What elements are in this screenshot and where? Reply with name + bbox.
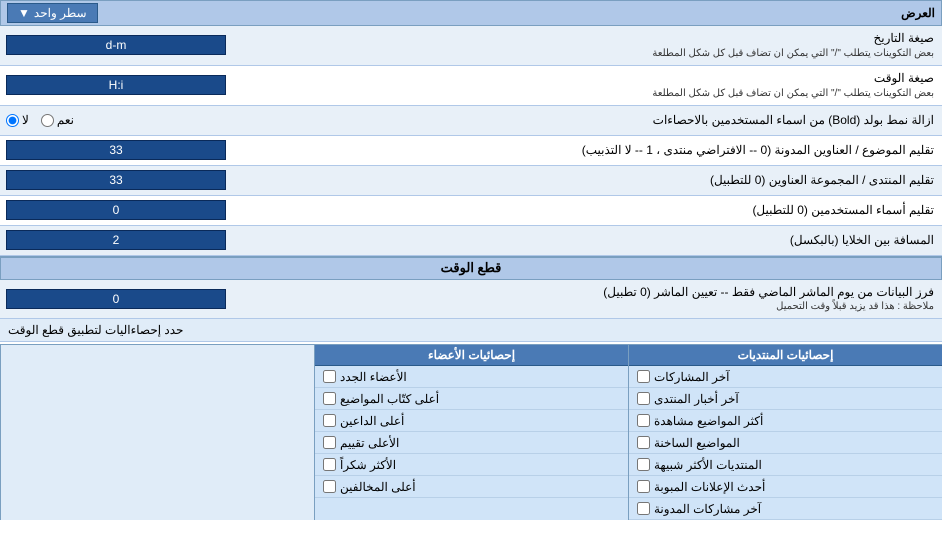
usernames-label: تقليم أسماء المستخدمين (0 للتطبيل) [280,198,942,223]
similar-forums-checkbox[interactable] [637,458,650,471]
usernames-input[interactable] [6,200,226,220]
remove-bold-label: ازالة نمط بولد (Bold) من اسماء المستخدمي… [280,108,942,133]
forum-titles-input-cell [0,167,280,193]
cutoff-section-header: قطع الوقت [0,256,942,280]
date-format-label: صيغة التاريخ بعض التكوينات يتطلب "/" الت… [280,26,942,65]
checkbox-item: آخر أخبار المنتدى [629,388,942,410]
new-members-checkbox[interactable] [323,370,336,383]
time-format-input[interactable] [6,75,226,95]
checkbox-item: أعلى الداعين [315,410,628,432]
date-format-input[interactable] [6,35,226,55]
checkbox-item: الأعلى تقييم [315,432,628,454]
last-posts-checkbox[interactable] [637,370,650,383]
blog-posts-checkbox[interactable] [637,502,650,515]
forum-titles-row: تقليم المنتدى / المجموعة العناوين (0 للت… [0,166,942,196]
filter-input-cell [0,286,280,312]
member-stats-col: إحصائيات الأعضاء الأعضاء الجدد أعلى كتّا… [314,345,628,520]
forum-titles-label: تقليم المنتدى / المجموعة العناوين (0 للت… [280,168,942,193]
checkbox-item: آخر مشاركات المدونة [629,498,942,520]
filter-label: فرز البيانات من يوم الماشر الماضي فقط --… [280,280,942,319]
time-format-input-cell [0,72,280,98]
forum-stats-col: إحصائيات المنتديات آخر المشاركات آخر أخب… [628,345,942,520]
checkbox-item: آخر المشاركات [629,366,942,388]
forum-news-checkbox[interactable] [637,392,650,405]
bold-yes-radio[interactable] [41,114,54,127]
topics-titles-input[interactable] [6,140,226,160]
checkbox-item: أكثر المواضيع مشاهدة [629,410,942,432]
most-viewed-checkbox[interactable] [637,414,650,427]
checkbox-area: إحصائيات المنتديات آخر المشاركات آخر أخب… [0,344,942,520]
top-referrers-checkbox[interactable] [323,414,336,427]
checkbox-item: المواضيع الساخنة [629,432,942,454]
checkbox-item: أحدث الإعلانات المبوبة [629,476,942,498]
date-format-input-cell [0,32,280,58]
checkbox-item: المنتديات الأكثر شبيهة [629,454,942,476]
radio-no: لا [6,113,29,127]
forum-titles-input[interactable] [6,170,226,190]
hot-topics-checkbox[interactable] [637,436,650,449]
time-format-row: صيغة الوقت بعض التكوينات يتطلب "/" التي … [0,66,942,106]
dropdown-arrow-icon: ▼ [18,6,30,20]
header-row: العرض سطر واحد ▼ [0,0,942,26]
usernames-input-cell [0,197,280,223]
remove-bold-radio-cell: نعم لا [0,110,280,130]
bold-no-radio[interactable] [6,114,19,127]
display-dropdown-btn[interactable]: سطر واحد ▼ [7,3,98,23]
checkbox-item: الأعضاء الجدد [315,366,628,388]
usernames-row: تقليم أسماء المستخدمين (0 للتطبيل) [0,196,942,226]
checkbox-item: أعلى المخالفين [315,476,628,498]
spacing-input-cell [0,227,280,253]
spacing-label: المسافة بين الخلايا (بالبكسل) [280,228,942,253]
topics-titles-label: تقليم الموضوع / العناوين المدونة (0 -- ا… [280,138,942,163]
time-format-label: صيغة الوقت بعض التكوينات يتطلب "/" التي … [280,66,942,105]
checkbox-item: أعلى كتّاب المواضيع [315,388,628,410]
latest-classifieds-checkbox[interactable] [637,480,650,493]
remove-bold-row: ازالة نمط بولد (Bold) من اسماء المستخدمي… [0,106,942,136]
top-posters-checkbox[interactable] [323,392,336,405]
date-format-row: صيغة التاريخ بعض التكوينات يتطلب "/" الت… [0,26,942,66]
top-infractors-checkbox[interactable] [323,480,336,493]
top-rated-checkbox[interactable] [323,436,336,449]
right-col: - [0,345,314,520]
forum-stats-header: إحصائيات المنتديات [629,345,942,366]
spacing-row: المسافة بين الخلايا (بالبكسل) [0,226,942,256]
most-thanked-checkbox[interactable] [323,458,336,471]
page-title: العرض [98,6,935,20]
filter-input[interactable] [6,289,226,309]
topics-titles-input-cell [0,137,280,163]
limit-row: حدد إحصاءاليات لتطبيق قطع الوقت [0,319,942,342]
page-wrapper: العرض سطر واحد ▼ صيغة التاريخ بعض التكوي… [0,0,942,539]
filter-row: فرز البيانات من يوم الماشر الماضي فقط --… [0,280,942,320]
topics-titles-row: تقليم الموضوع / العناوين المدونة (0 -- ا… [0,136,942,166]
member-stats-header: إحصائيات الأعضاء [315,345,628,366]
dropdown-label: سطر واحد [34,6,87,20]
spacing-input[interactable] [6,230,226,250]
radio-yes: نعم [41,113,74,127]
checkbox-item: الأكثر شكراً [315,454,628,476]
